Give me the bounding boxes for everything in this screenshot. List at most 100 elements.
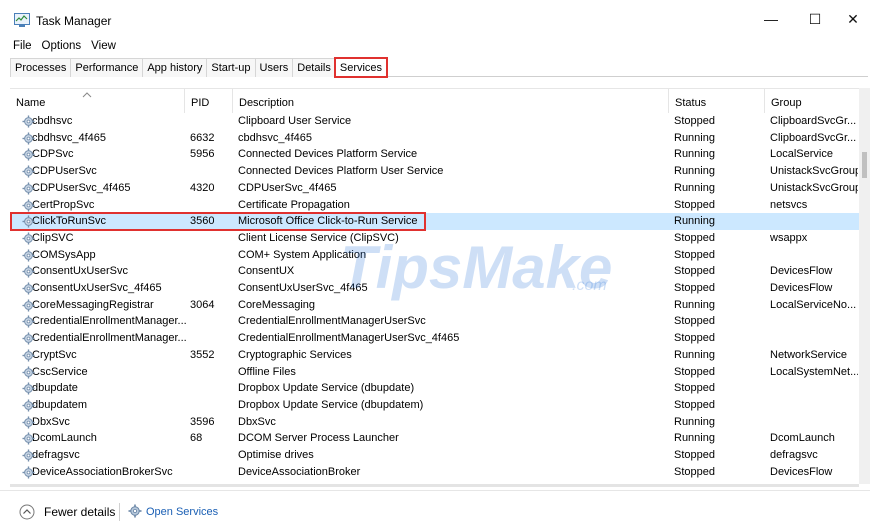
table-header: Name PID Description Status Group <box>10 89 868 113</box>
tab-details[interactable]: Details <box>292 58 336 77</box>
cell-group: DevicesFlow <box>770 282 833 294</box>
table-row[interactable]: cbdhsvc Clipboard User Service Stopped Clip… <box>10 113 860 130</box>
cell-description: DbxSvc <box>238 415 276 428</box>
service-gear-icon <box>22 115 35 128</box>
cell-status: Stopped <box>674 332 715 345</box>
service-gear-icon <box>22 265 35 278</box>
cell-status: Running <box>674 215 715 228</box>
tab-users[interactable]: Users <box>254 58 294 77</box>
column-header-group[interactable]: Group <box>765 89 860 113</box>
vertical-scrollbar[interactable] <box>859 88 870 484</box>
cell-description: Clipboard User Service <box>238 115 352 127</box>
cell-pid: 3560 <box>190 215 215 228</box>
tab-app-history[interactable]: App history <box>142 58 208 77</box>
cell-status: Running <box>674 348 715 361</box>
column-header-name[interactable]: Name <box>10 89 185 113</box>
table-row[interactable]: DbxSvc 3596 DbxSvc Running <box>10 414 860 431</box>
fewer-details-button[interactable]: Fewer details <box>44 504 115 520</box>
cell-name: DbxSvc <box>16 414 186 431</box>
cell-description: CDPUserSvc_4f465 <box>238 181 337 194</box>
service-gear-icon <box>22 282 35 295</box>
column-header-description[interactable]: Description <box>233 89 669 113</box>
table-row[interactable]: ConsentUxUserSvc ConsentUX Stopped DevicesF… <box>10 263 860 280</box>
tab-performance[interactable]: Performance <box>70 58 144 77</box>
table-row[interactable]: CredentialEnrollmentManager... Credential… <box>10 313 860 330</box>
cell-status: Stopped <box>674 382 715 395</box>
cell-group: LocalService <box>770 148 833 161</box>
minimize-button[interactable]: — <box>748 0 794 38</box>
sort-ascending-icon <box>82 92 92 98</box>
column-header-pid[interactable]: PID <box>185 89 233 113</box>
close-button[interactable]: ✕ <box>836 0 870 38</box>
chevron-up-circle-icon[interactable] <box>19 504 35 520</box>
tab-services[interactable]: Services <box>333 57 389 78</box>
table-row[interactable]: CoreMessagingRegistrar 3064 CoreMessaging R… <box>10 297 860 314</box>
task-manager-icon <box>14 13 30 27</box>
table-row[interactable]: CryptSvc 3552 Cryptographic Services Runnin… <box>10 347 860 364</box>
table-row[interactable]: cbdhsvc_4f465 6632 cbdhsvc_4f465 Running Cli… <box>10 130 860 147</box>
footer-divider <box>119 503 120 521</box>
table-row[interactable]: CertPropSvc Certificate Propagation Stoppe… <box>10 197 860 214</box>
table-row[interactable]: ClipSVC Client License Service (ClipSVC) S… <box>10 230 860 247</box>
menu-view[interactable]: View <box>86 37 121 55</box>
cell-description: Dropbox Update Service (dbupdate) <box>238 382 415 395</box>
cell-description: CredentialEnrollmentManagerUserSvc <box>238 315 426 328</box>
cell-group <box>770 213 858 230</box>
table-row[interactable]: CDPSvc 5956 Connected Devices Platform Ser… <box>10 146 860 163</box>
scrollbar-thumb[interactable] <box>862 152 867 178</box>
horizontal-scrollbar[interactable] <box>10 484 859 487</box>
open-services-link[interactable]: Open Services <box>146 504 218 520</box>
cell-pid <box>190 447 236 464</box>
cell-name: ConsentUxUserSvc_4f465 <box>16 280 186 297</box>
cell-group <box>770 380 858 397</box>
cell-pid <box>190 464 236 481</box>
column-label-group: Group <box>771 97 802 109</box>
cell-group: NetworkService <box>770 348 848 361</box>
table-row[interactable]: COMSysApp COM+ System Application Stopped <box>10 247 860 264</box>
menu-options[interactable]: Options <box>37 37 87 55</box>
service-name: cbdhsvc <box>32 115 73 127</box>
table-row[interactable]: CDPUserSvc Connected Devices Platform Use… <box>10 163 860 180</box>
service-name: DeviceAssociationBrokerSvc <box>32 465 173 478</box>
service-gear-icon <box>22 148 35 161</box>
service-name: ClipSVC <box>32 231 74 244</box>
cell-pid <box>190 397 236 414</box>
service-gear-icon <box>22 315 35 328</box>
table-row[interactable]: CDPUserSvc_4f465 4320 CDPUserSvc_4f465 Runn… <box>10 180 860 197</box>
cell-description: DCOM Server Process Launcher <box>238 432 399 445</box>
column-label-description: Description <box>239 97 295 109</box>
tab-processes[interactable]: Processes <box>10 58 72 77</box>
cell-description: cbdhsvc_4f465 <box>238 131 312 144</box>
service-name: DcomLaunch <box>32 432 97 445</box>
table-row[interactable]: defragsvc Optimise drives Stopped defragsvc <box>10 447 860 464</box>
service-name: ConsentUxUserSvc <box>32 265 128 278</box>
cell-name: ClipSVC <box>16 230 186 247</box>
table-row[interactable]: CredentialEnrollmentManager... Credential… <box>10 330 860 347</box>
service-gear-icon <box>22 165 35 178</box>
service-gear-icon <box>22 198 35 212</box>
table-row[interactable]: dbupdatem Dropbox Update Service (dbupdat… <box>10 397 860 414</box>
cell-pid <box>190 280 236 297</box>
service-gear-icon <box>22 382 35 395</box>
cell-group: ClipboardSvcGr... <box>770 115 857 127</box>
cell-description: COM+ System Application <box>238 248 367 261</box>
service-gear-icon <box>22 349 35 362</box>
cell-name: dbupdate <box>16 380 186 397</box>
table-row[interactable]: ConsentUxUserSvc_4f465 ConsentUxUserSvc_4… <box>10 280 860 297</box>
cell-description: Dropbox Update Service (dbupdatem) <box>238 398 424 411</box>
table-row[interactable]: CscService Offline Files Stopped LocalSyste… <box>10 364 860 381</box>
column-header-status[interactable]: Status <box>669 89 765 113</box>
table-row[interactable]: DcomLaunch 68 DCOM Server Process Launcher… <box>10 430 860 447</box>
cell-pid <box>190 163 236 180</box>
table-row[interactable]: ClickToRunSvc 3560 Microsoft Office Click-… <box>10 213 860 230</box>
cell-pid: 3596 <box>190 415 215 428</box>
table-row[interactable]: DeviceAssociationBrokerSvc DeviceAssociat… <box>10 464 860 481</box>
tab-start-up[interactable]: Start-up <box>206 58 256 77</box>
services-table: Name PID Description Status Group cbdhsv… <box>10 88 868 484</box>
service-gear-icon <box>22 182 35 195</box>
cell-pid <box>190 230 236 247</box>
maximize-button[interactable]: ☐ <box>792 0 838 38</box>
service-gear-icon <box>22 332 35 345</box>
menu-file[interactable]: File <box>0 37 37 55</box>
table-row[interactable]: dbupdate Dropbox Update Service (dbupdate… <box>10 380 860 397</box>
